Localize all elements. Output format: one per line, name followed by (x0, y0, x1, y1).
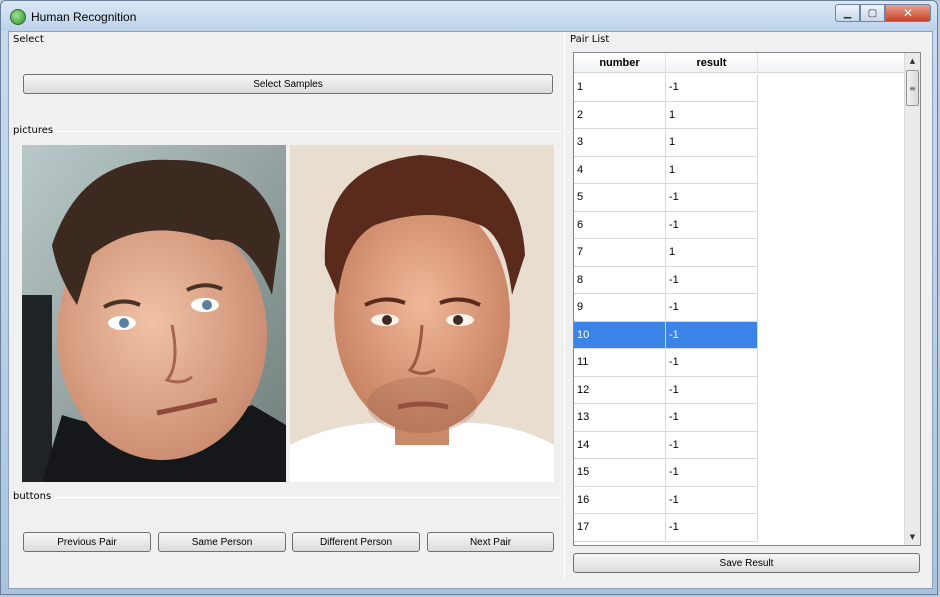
scroll-up-icon[interactable]: ▲ (905, 53, 920, 69)
cell-result[interactable]: -1 (666, 184, 758, 212)
select-group-label: Select (13, 34, 44, 45)
cell-number[interactable]: 4 (574, 156, 666, 184)
cell-number[interactable]: 10 (574, 321, 666, 349)
same-person-button[interactable]: Same Person (158, 532, 286, 552)
cell-number[interactable]: 9 (574, 294, 666, 322)
cell-result[interactable]: 1 (666, 156, 758, 184)
window-title: Human Recognition (31, 10, 137, 24)
close-button[interactable]: ✕ (885, 4, 931, 22)
select-samples-button[interactable]: Select Samples (23, 74, 553, 94)
cell-result[interactable]: -1 (666, 321, 758, 349)
table-row[interactable]: 16 -1 (574, 486, 758, 514)
panel-splitter (564, 32, 565, 580)
cell-result[interactable]: 1 (666, 129, 758, 157)
client-area: Select Select Samples pictures buttons P… (8, 31, 933, 589)
cell-result[interactable]: -1 (666, 376, 758, 404)
minimize-button[interactable]: ▁ (835, 4, 860, 22)
pair-list-table[interactable]: number result 1 -1 2 1 3 1 4 1 5 -1 6 -1 7 1 8 -1 9 -1 10-… (573, 52, 921, 546)
cell-result[interactable]: -1 (666, 431, 758, 459)
pair-list-label: Pair List (570, 34, 610, 45)
cell-number[interactable]: 11 (574, 349, 666, 377)
main-window: Human Recognition ▁ ▢ ✕ Select Select Sa… (0, 0, 938, 595)
table-row[interactable]: 14 -1 (574, 431, 758, 459)
table-row[interactable]: 11 -1 (574, 349, 758, 377)
title-bar[interactable]: Human Recognition ▁ ▢ ✕ (1, 1, 937, 31)
column-header-result[interactable]: result (666, 53, 758, 73)
cell-result[interactable]: -1 (666, 349, 758, 377)
table-row[interactable]: 8 -1 (574, 266, 758, 294)
cell-result[interactable]: 1 (666, 101, 758, 129)
scroll-thumb[interactable]: ≡ (906, 70, 919, 106)
table-row[interactable]: 13 -1 (574, 404, 758, 432)
table-header: number result (574, 53, 905, 73)
cell-number[interactable]: 17 (574, 514, 666, 542)
cell-result[interactable]: -1 (666, 74, 758, 102)
table-row[interactable]: 15 -1 (574, 459, 758, 487)
cell-number[interactable]: 2 (574, 101, 666, 129)
cell-result[interactable]: -1 (666, 294, 758, 322)
cell-result[interactable]: -1 (666, 211, 758, 239)
cell-number[interactable]: 5 (574, 184, 666, 212)
table-row[interactable]: 71 (574, 239, 758, 267)
vertical-scrollbar[interactable]: ▲ ≡ ▼ (904, 53, 920, 545)
save-result-button[interactable]: Save Result (573, 553, 920, 573)
table-row[interactable]: 5 -1 (574, 184, 758, 212)
table-row[interactable]: 1 -1 (574, 74, 758, 102)
scroll-down-icon[interactable]: ▼ (905, 529, 920, 545)
next-pair-button[interactable]: Next Pair (427, 532, 554, 552)
cell-result[interactable]: -1 (666, 486, 758, 514)
cell-number[interactable]: 3 (574, 129, 666, 157)
previous-pair-button[interactable]: Previous Pair (23, 532, 151, 552)
table-row[interactable]: 9 -1 (574, 294, 758, 322)
table-row[interactable]: 12 -1 (574, 376, 758, 404)
pictures-group-label: pictures (13, 125, 54, 136)
buttons-group-divider (55, 497, 561, 498)
right-face-photo (290, 145, 554, 482)
left-face-photo (22, 145, 286, 482)
column-header-number[interactable]: number (574, 53, 666, 73)
cell-result[interactable]: -1 (666, 404, 758, 432)
cell-result[interactable]: -1 (666, 266, 758, 294)
table-row[interactable]: 21 (574, 101, 758, 129)
table-row[interactable]: 41 (574, 156, 758, 184)
buttons-group-label: buttons (13, 491, 52, 502)
cell-number[interactable]: 6 (574, 211, 666, 239)
cell-number[interactable]: 12 (574, 376, 666, 404)
different-person-button[interactable]: Different Person (292, 532, 420, 552)
app-logo-icon (10, 9, 26, 25)
cell-number[interactable]: 16 (574, 486, 666, 514)
maximize-button[interactable]: ▢ (860, 4, 885, 22)
cell-result[interactable]: 1 (666, 239, 758, 267)
table-row[interactable]: 6 -1 (574, 211, 758, 239)
cell-number[interactable]: 7 (574, 239, 666, 267)
cell-number[interactable]: 8 (574, 266, 666, 294)
table-row[interactable]: 17 -1 (574, 514, 758, 542)
cell-number[interactable]: 15 (574, 459, 666, 487)
cell-result[interactable]: -1 (666, 514, 758, 542)
cell-number[interactable]: 1 (574, 74, 666, 102)
cell-number[interactable]: 13 (574, 404, 666, 432)
pictures-group-divider (57, 131, 561, 132)
table-row[interactable]: 31 (574, 129, 758, 157)
cell-number[interactable]: 14 (574, 431, 666, 459)
table-row[interactable]: 10 -1 (574, 321, 758, 349)
cell-result[interactable]: -1 (666, 459, 758, 487)
